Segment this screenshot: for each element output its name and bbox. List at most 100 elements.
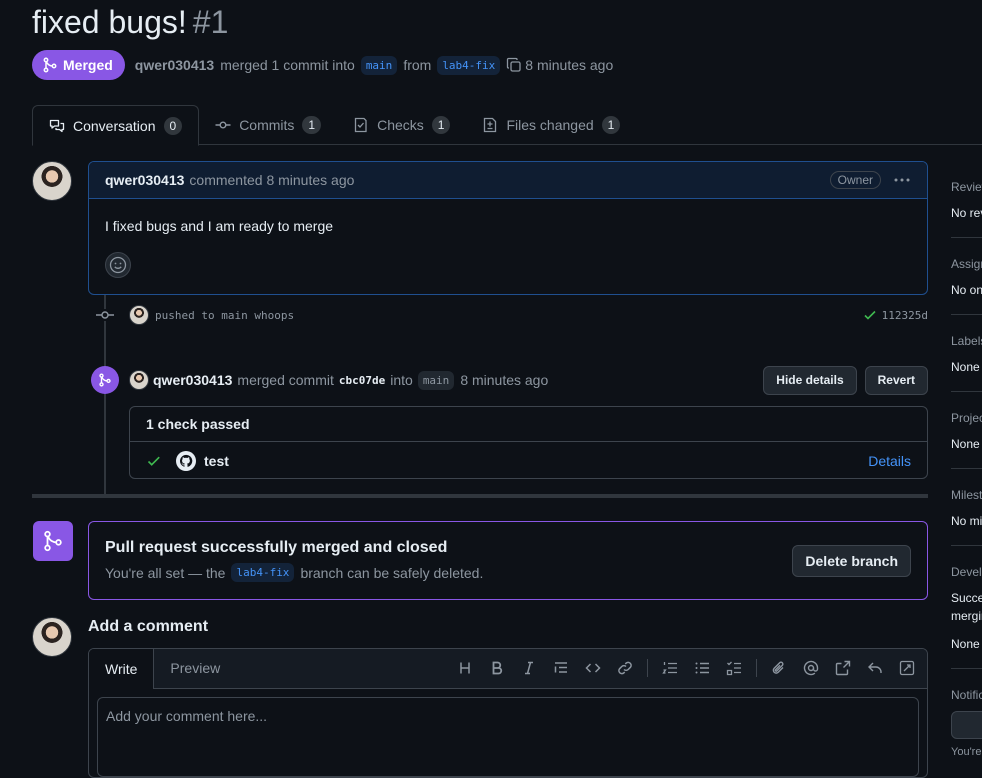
sidebar-divider: [951, 237, 982, 238]
pr-title-text: fixed bugs!: [32, 4, 187, 40]
pr-sidebar: Reviewers No reviews Assignees No one as…: [951, 160, 982, 760]
toolbar-divider: [647, 659, 648, 677]
tab-preview[interactable]: Preview: [154, 649, 236, 688]
comment-body: I fixed bugs and I am ready to merge: [105, 218, 334, 234]
sidebar-divider: [951, 545, 982, 546]
tab-write[interactable]: Write: [89, 649, 155, 689]
tab-conversation[interactable]: Conversation 0: [32, 105, 200, 146]
code-icon[interactable]: [577, 654, 609, 682]
comment-editor: Write Preview Add your comment here...: [88, 648, 928, 778]
push-sha[interactable]: 112325d: [882, 309, 928, 322]
reference-icon[interactable]: [827, 654, 859, 682]
pr-title: fixed bugs! #1: [32, 4, 228, 41]
merge-commit-sha[interactable]: cbc07de: [339, 374, 385, 387]
sidebar-reviewers[interactable]: Reviewers No reviews: [951, 180, 982, 220]
pr-number: #1: [192, 4, 229, 40]
mention-icon[interactable]: [795, 654, 827, 682]
checklist-icon: [354, 117, 367, 133]
comment-action: commented 8 minutes ago: [189, 172, 355, 188]
fullscreen-icon[interactable]: [891, 654, 923, 682]
merged-status-icon: [33, 521, 73, 561]
comment-author[interactable]: qwer030413: [105, 172, 184, 188]
comment-author-avatar[interactable]: [32, 161, 72, 201]
tab-files-changed-label: Files changed: [506, 117, 594, 133]
sidebar-assignees[interactable]: Assignees No one assigned: [951, 257, 982, 297]
current-user-avatar[interactable]: [32, 617, 72, 657]
italic-icon[interactable]: [513, 654, 545, 682]
merge-author[interactable]: qwer030413: [153, 372, 232, 388]
merge-event: qwer030413 merged commit cbc07de into ma…: [91, 365, 928, 395]
link-icon[interactable]: [609, 654, 641, 682]
tab-commits-count: 1: [302, 116, 322, 134]
head-branch[interactable]: lab4-fix: [437, 55, 501, 75]
merged-state-label: Merged: [63, 57, 113, 73]
task-list-icon[interactable]: [718, 654, 750, 682]
file-diff-icon: [484, 117, 497, 133]
sidebar-reviewers-value: No reviews: [951, 206, 982, 220]
reply-icon[interactable]: [859, 654, 891, 682]
sidebar-development[interactable]: Development Successfully merging this pu…: [951, 565, 982, 651]
revert-button[interactable]: Revert: [864, 365, 928, 395]
check-icon: [864, 310, 876, 320]
merge-into: into: [390, 372, 413, 388]
sidebar-projects[interactable]: Projects None yet: [951, 411, 982, 451]
check-row: test Details: [130, 442, 927, 478]
attach-icon[interactable]: [763, 654, 795, 682]
quote-icon[interactable]: [545, 654, 577, 682]
comment-textarea[interactable]: Add your comment here...: [97, 697, 919, 777]
from-text: from: [403, 57, 432, 73]
comment-card: qwer030413 commented 8 minutes ago Owner…: [88, 161, 928, 295]
push-avatar[interactable]: [129, 305, 149, 325]
delete-branch-button[interactable]: Delete branch: [792, 544, 911, 577]
heading-icon[interactable]: [449, 654, 481, 682]
merge-branch[interactable]: main: [417, 370, 455, 390]
sidebar-notifications-heading: Notifications: [951, 688, 982, 702]
copy-branch-icon[interactable]: [506, 57, 522, 73]
sidebar-divider: [951, 668, 982, 669]
sidebar-development-value: Successfully merging this pull request m…: [951, 591, 982, 623]
base-branch[interactable]: main: [360, 55, 398, 75]
push-event: pushed to main whoops 112325d: [96, 303, 928, 327]
merged-desc-after: branch can be safely deleted.: [300, 564, 484, 581]
tab-checks[interactable]: Checks 1: [337, 105, 466, 145]
hide-details-button[interactable]: Hide details: [763, 365, 857, 395]
tab-commits-label: Commits: [239, 117, 295, 133]
check-icon: [147, 456, 160, 466]
check-details-link[interactable]: Details: [868, 453, 911, 469]
sidebar-projects-value: None yet: [951, 437, 982, 451]
tab-files-changed-count: 1: [601, 116, 621, 134]
comment-header: qwer030413 commented 8 minutes ago Owner: [89, 162, 927, 199]
sidebar-notifications: Notifications You're: [951, 688, 982, 758]
sidebar-divider: [951, 468, 982, 469]
add-reaction-button[interactable]: [105, 252, 131, 278]
git-merge-icon: [43, 57, 57, 73]
merged-status-title: Pull request successfully merged and clo…: [105, 539, 448, 556]
unordered-list-icon[interactable]: [686, 654, 718, 682]
kebab-menu-icon[interactable]: [893, 172, 911, 188]
tab-checks-label: Checks: [377, 117, 424, 133]
pr-meta: Merged qwer030413 merged 1 commit into m…: [32, 50, 613, 80]
tab-commits[interactable]: Commits 1: [199, 105, 337, 145]
sidebar-divider: [951, 391, 982, 392]
merge-avatar[interactable]: [129, 370, 149, 390]
sidebar-labels[interactable]: Labels None yet: [951, 334, 982, 374]
owner-badge: Owner: [829, 171, 881, 189]
push-text[interactable]: pushed to main whoops: [155, 309, 294, 322]
sidebar-milestone-heading: Milestone: [951, 488, 982, 502]
sidebar-notifications-text: You're: [951, 746, 982, 758]
sidebar-projects-heading: Projects: [951, 411, 982, 425]
pr-author-link[interactable]: qwer030413: [135, 57, 214, 73]
merged-desc-branch[interactable]: lab4-fix: [231, 563, 295, 582]
bold-icon[interactable]: [481, 654, 513, 682]
ordered-list-icon[interactable]: [654, 654, 686, 682]
merged-text: merged 1 commit into: [220, 57, 355, 73]
conversation-icon: [49, 119, 65, 132]
sidebar-assignees-value: No one assigned: [951, 283, 982, 297]
subscribe-button[interactable]: [951, 711, 982, 739]
merge-time: 8 minutes ago: [460, 372, 549, 388]
sidebar-labels-heading: Labels: [951, 334, 982, 348]
tab-files-changed[interactable]: Files changed 1: [466, 105, 636, 145]
git-merge-icon: [44, 530, 62, 552]
tab-checks-count: 1: [431, 116, 451, 134]
sidebar-milestone[interactable]: Milestone No milestone: [951, 488, 982, 528]
